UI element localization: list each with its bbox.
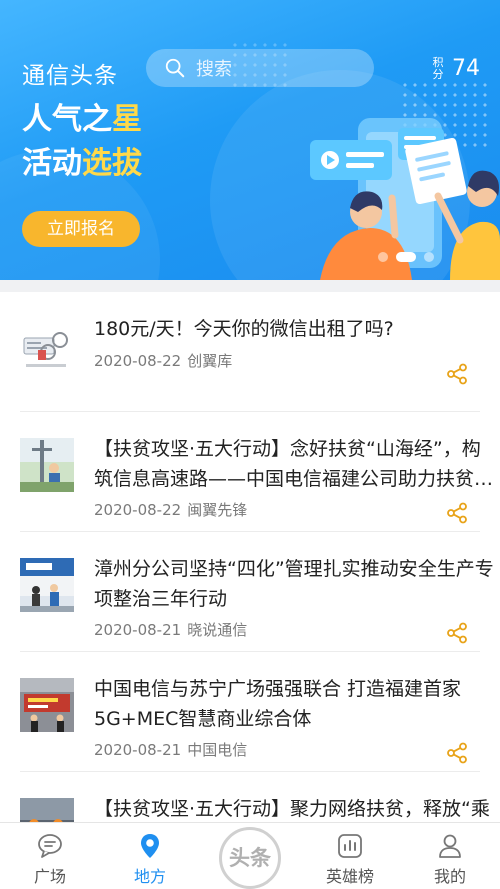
news-source: 中国电信 [187, 741, 248, 759]
tab-label: 我的 [433, 867, 466, 886]
pager-dot-active [396, 252, 416, 262]
tab-me[interactable]: 我的 [400, 823, 500, 889]
bottom-tab-bar: 广场 地方 头条 英雄榜 我的 [0, 822, 500, 889]
search-icon [165, 58, 185, 78]
news-title[interactable]: 【扶贫攻坚·五大行动】念好扶贫“山海经”，构筑信息高速路——中国电信福建公司助力… [94, 434, 494, 494]
share-icon[interactable] [446, 363, 468, 385]
news-item[interactable]: 漳州分公司坚持“四化”管理扎实推动安全生产专项整治三年行动 2020-08-21… [20, 532, 494, 652]
news-meta: 2020-08-22 创翼库 [94, 350, 232, 371]
banner-headline: 人气之星 活动选拔 [22, 98, 142, 186]
pager-dot [378, 252, 388, 262]
news-title[interactable]: 漳州分公司坚持“四化”管理扎实推动安全生产专项整治三年行动 [94, 554, 494, 614]
points-value: 74 [452, 56, 480, 81]
headline-text: 活动 [22, 146, 82, 181]
news-meta: 2020-08-21 中国电信 [94, 739, 247, 760]
news-item[interactable]: 【扶贫攻坚·五大行动】念好扶贫“山海经”，构筑信息高速路——中国电信福建公司助力… [20, 412, 493, 532]
news-feed[interactable]: 180元/天！今天你的微信出租了吗? 2020-08-22 创翼库 【扶贫攻坚·五… [0, 280, 500, 822]
share-icon[interactable] [446, 622, 468, 644]
points-display[interactable]: 积分 74 [432, 55, 481, 81]
news-date: 2020-08-22 [94, 352, 182, 370]
news-title[interactable]: 180元/天！今天你的微信出租了吗? [94, 314, 494, 344]
news-item[interactable]: 【扶贫攻坚·五大行动】聚力网络扶贫，释放“乘数效应”——中国电信福建公司扶贫纪实 [20, 772, 490, 822]
headline-center-button[interactable]: 头条 [219, 827, 281, 889]
tab-label: 英雄榜 [325, 867, 374, 886]
news-item[interactable]: 中国电信与苏宁广场强强联合 打造福建首家5G+MEC智慧商业综合体 2020-0… [20, 652, 480, 772]
news-thumbnail [20, 678, 74, 732]
signup-button[interactable]: 立即报名 [22, 211, 140, 247]
news-item[interactable]: 180元/天！今天你的微信出租了吗? 2020-08-22 创翼库 [20, 292, 480, 412]
chat-bubble-icon [38, 834, 62, 858]
banner-pager [378, 252, 442, 262]
search-placeholder: 搜索 [196, 59, 232, 80]
news-thumbnail [20, 798, 74, 822]
news-date: 2020-08-21 [94, 621, 182, 639]
news-date: 2020-08-21 [94, 741, 182, 759]
points-label: 积分 [432, 55, 444, 81]
share-icon[interactable] [446, 742, 468, 764]
headline-highlight: 星 [112, 102, 142, 137]
news-source: 晓说通信 [187, 621, 248, 639]
news-meta: 2020-08-22 闽翼先锋 [94, 499, 247, 520]
news-date: 2020-08-22 [94, 501, 182, 519]
news-source: 闽翼先锋 [187, 501, 248, 519]
news-source: 创翼库 [187, 352, 233, 370]
tab-local[interactable]: 地方 [100, 823, 200, 889]
news-thumbnail [20, 558, 74, 612]
news-meta: 2020-08-21 晓说通信 [94, 619, 247, 640]
news-thumbnail [20, 438, 74, 492]
user-icon [439, 834, 461, 858]
tab-leaderboard[interactable]: 英雄榜 [300, 823, 400, 889]
promo-banner[interactable]: 通信头条 搜索 积分 74 人气之星 活动选拔 立即报名 [0, 0, 500, 280]
section-divider [0, 280, 500, 292]
app-title: 通信头条 [22, 63, 118, 89]
headline-highlight: 选拔 [82, 146, 142, 181]
bar-chart-icon [338, 834, 362, 858]
headline-text: 人气之 [22, 102, 112, 137]
news-title[interactable]: 【扶贫攻坚·五大行动】聚力网络扶贫，释放“乘数效应”——中国电信福建公司扶贫纪实 [94, 794, 494, 822]
tab-label: 地方 [133, 867, 166, 886]
tab-label: 广场 [33, 867, 66, 886]
news-thumbnail [20, 318, 74, 372]
search-input[interactable]: 搜索 [146, 49, 374, 87]
location-pin-icon [141, 834, 159, 858]
news-title[interactable]: 中国电信与苏宁广场强强联合 打造福建首家5G+MEC智慧商业综合体 [94, 674, 494, 734]
share-icon[interactable] [446, 502, 468, 524]
pager-dot [424, 252, 434, 262]
tab-plaza[interactable]: 广场 [0, 823, 100, 889]
